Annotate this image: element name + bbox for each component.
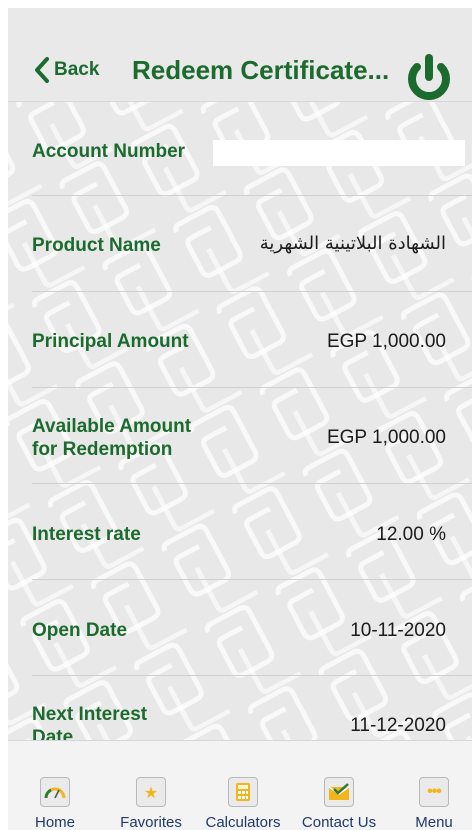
tab-calculators-label: Calculators	[205, 814, 281, 830]
star-icon: ★	[136, 777, 166, 807]
more-dots-icon: •••	[419, 777, 449, 807]
calculator-icon	[228, 777, 258, 807]
product-name-value: الشهادة البلاتينية الشهرية	[259, 233, 446, 254]
account-number-value	[213, 140, 465, 166]
product-name-label: Product Name	[32, 235, 161, 256]
tab-menu[interactable]: ••• Menu	[404, 741, 464, 830]
next-interest-date-row: Next Interest Date 11-12-2020	[32, 676, 472, 740]
available-amount-row: Available Amount for Redemption EGP 1,00…	[32, 388, 472, 484]
power-icon[interactable]	[402, 52, 456, 100]
tab-bar: Home ★ Favorites Calculators Contact Us …	[8, 740, 472, 830]
available-amount-label-line2: for Redemption	[32, 439, 173, 460]
available-amount-value: EGP 1,000.00	[326, 427, 446, 448]
tab-calculators[interactable]: Calculators	[198, 741, 288, 830]
tab-favorites[interactable]: ★ Favorites	[112, 741, 190, 830]
tab-favorites-label: Favorites	[120, 814, 182, 830]
speedometer-icon	[40, 777, 70, 807]
interest-rate-value: 12.00 %	[376, 524, 446, 545]
open-date-label: Open Date	[32, 620, 128, 641]
principal-amount-label: Principal Amount	[32, 331, 189, 352]
envelope-check-icon	[324, 777, 354, 807]
account-number-label: Account Number	[32, 141, 186, 162]
next-interest-date-label-line2: Date	[32, 727, 74, 740]
page-title: Redeem Certificate...	[132, 55, 390, 85]
left-edge	[0, 0, 8, 830]
principal-amount-value: EGP 1,000.00	[326, 331, 446, 352]
tab-contact-us[interactable]: Contact Us	[294, 741, 384, 830]
next-interest-date-label-line1: Next Interest	[32, 704, 148, 725]
screen: Back Redeem Certificate... Account Numbe…	[0, 0, 472, 830]
interest-rate-row: Interest rate 12.00 %	[32, 484, 472, 580]
details-panel: Account Number Product Name الشهادة البل…	[8, 102, 472, 740]
back-button[interactable]: Back	[32, 52, 99, 88]
next-interest-date-label: Next Interest Date	[32, 703, 147, 740]
tab-menu-label: Menu	[415, 814, 453, 830]
product-name-row: Product Name الشهادة البلاتينية الشهرية	[32, 196, 472, 292]
chevron-left-icon	[35, 57, 49, 83]
open-date-value: 10-11-2020	[350, 620, 446, 641]
status-strip	[0, 0, 472, 8]
back-label: Back	[54, 59, 100, 80]
tab-home-label: Home	[34, 814, 75, 830]
available-amount-label: Available Amount for Redemption	[32, 415, 191, 461]
tab-home[interactable]: Home	[20, 741, 90, 830]
next-interest-date-value: 11-12-2020	[350, 715, 446, 736]
tab-contact-us-label: Contact Us	[301, 814, 377, 830]
available-amount-label-line1: Available Amount	[32, 416, 192, 437]
principal-amount-row: Principal Amount EGP 1,000.00	[32, 292, 472, 388]
interest-rate-label: Interest rate	[32, 524, 141, 545]
open-date-row: Open Date 10-11-2020	[32, 580, 472, 676]
